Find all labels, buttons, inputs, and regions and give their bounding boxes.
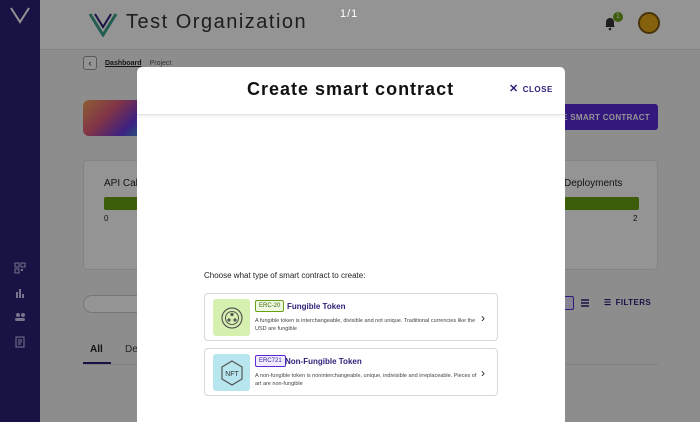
modal-title: Create smart contract [247,79,455,99]
modal-header: Create smart contract ✕ CLOSE [137,67,565,115]
nft-icon-label: NFT [225,371,239,378]
fungible-token-option[interactable]: ERC-20 Fungible Token A fungible token i… [204,293,498,341]
create-smart-contract-modal: Create smart contract ✕ CLOSE Choose wha… [137,67,565,422]
page-counter: 1/1 [340,8,359,20]
fungible-token-icon [213,299,250,336]
close-button[interactable]: ✕ CLOSE [509,83,553,95]
non-fungible-token-description: A non-fungible token is noninterchangeab… [255,373,477,387]
fungible-token-title: Fungible Token [287,302,346,311]
non-fungible-token-title: Non-Fungible Token [285,357,362,366]
close-label: CLOSE [522,84,553,94]
erc20-badge: ERC-20 [255,300,285,312]
nft-icon: NFT [213,354,250,391]
non-fungible-token-option[interactable]: NFT ERC721 Non-Fungible Token A non-fung… [204,348,498,396]
chevron-right-icon: › [481,311,485,325]
close-icon: ✕ [509,83,519,95]
fungible-token-description: A fungible token is interchangeable, div… [255,318,476,332]
contract-type-prompt: Choose what type of smart contract to cr… [204,271,366,280]
erc721-badge: ERC721 [255,355,286,367]
chevron-right-icon: › [481,366,485,380]
